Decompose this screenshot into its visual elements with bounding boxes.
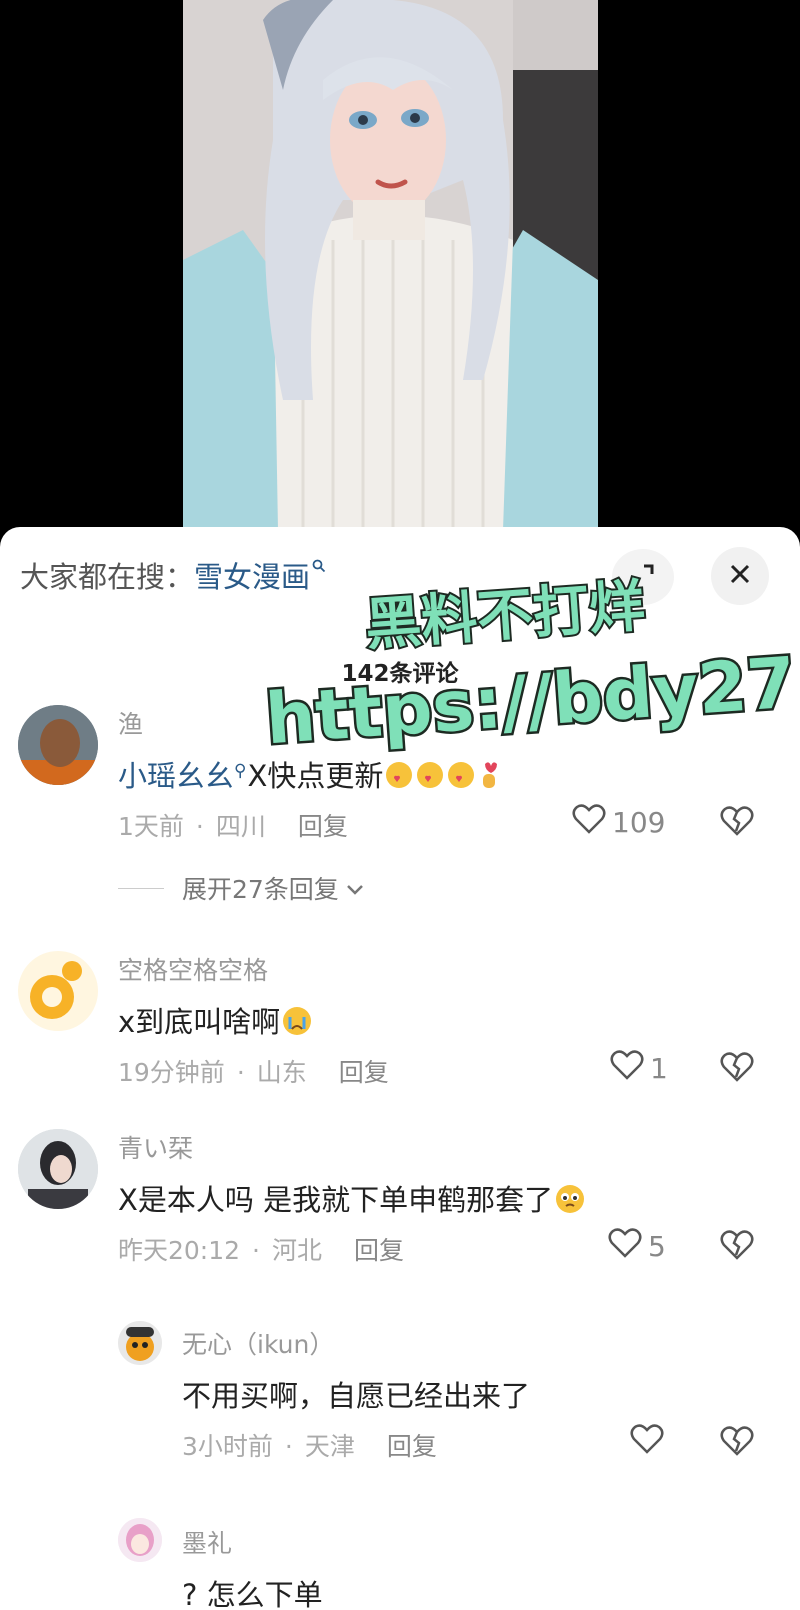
search-suggestion[interactable]: 大家都在搜： 雪女漫画 (20, 555, 326, 595)
comment-author[interactable]: 青い栞 (118, 1129, 193, 1165)
search-term-link[interactable]: 雪女漫画 (194, 554, 310, 596)
like-button[interactable]: 109 (572, 803, 665, 842)
comment-meta: 19分钟前 · 山东 回复 (118, 1058, 389, 1087)
mention-link[interactable]: 小瑶幺幺 (118, 759, 234, 793)
reply-button[interactable]: 回复 (387, 1432, 437, 1461)
emoji-crying-face-icon (281, 1005, 313, 1044)
chevron-down-icon (345, 874, 365, 903)
reply-time: 3小时前 (182, 1432, 273, 1461)
broken-heart-icon (720, 1230, 754, 1265)
comment-time: 1天前 (118, 812, 184, 841)
watermark-line1: 黑料不打烊 (363, 574, 647, 658)
comment-location: 河北 (272, 1236, 323, 1265)
video-area[interactable] (0, 0, 800, 530)
comment-count: 142条评论 (341, 661, 459, 687)
reply-button[interactable]: 回复 (339, 1058, 389, 1087)
like-button[interactable]: 5 (608, 1227, 666, 1266)
comment-location: 山东 (256, 1058, 307, 1087)
comment-text: x到底叫啥啊 (118, 999, 313, 1044)
reply-location: 天津 (304, 1432, 355, 1461)
dislike-button[interactable] (720, 1425, 754, 1461)
avatar[interactable] (118, 1321, 162, 1365)
broken-heart-icon (720, 1426, 754, 1461)
like-count: 109 (612, 806, 666, 839)
avatar[interactable] (118, 1518, 162, 1562)
comment-meta: 昨天20:12 · 河北 回复 (118, 1236, 405, 1265)
broken-heart-icon (720, 806, 754, 841)
comment-text: 小瑶幺幺⚲X快点更新 (118, 753, 503, 797)
watermark-line2: https://bdy27.co (263, 633, 800, 757)
close-button[interactable] (711, 547, 769, 605)
like-button[interactable]: 1 (610, 1049, 668, 1088)
dislike-button[interactable] (720, 1051, 754, 1087)
expand-icon (630, 562, 656, 592)
comment-author[interactable]: 空格空格空格 (118, 951, 268, 987)
emoji-heart-face-icon (415, 760, 445, 797)
heart-icon (608, 1227, 648, 1266)
emoji-pleading-face-icon (554, 1183, 586, 1222)
reply-meta: 3小时前 · 天津 回复 (182, 1432, 437, 1461)
reply-text: ? 怎么下单 (182, 1578, 323, 1610)
expand-replies-label: 展开27条回复 (182, 875, 339, 904)
reply-text: 不用买啊，自愿已经出来了 (182, 1379, 531, 1413)
dislike-button[interactable] (720, 805, 754, 841)
emoji-heart-face-icon (446, 760, 476, 797)
comment-sheet: 大家都在搜： 雪女漫画 142条评论 黑料不打烊 https://bdy27.c… (0, 527, 800, 1610)
broken-heart-icon (720, 1052, 754, 1087)
comment-text: X是本人吗 是我就下单申鹤那套了 (118, 1177, 586, 1222)
emoji-heart-face-icon (384, 760, 414, 797)
comment-time: 昨天20:12 (118, 1236, 241, 1265)
like-count: 5 (648, 1230, 666, 1263)
like-button[interactable] (630, 1423, 670, 1462)
reply-button[interactable]: 回复 (354, 1236, 404, 1265)
comment-meta: 1天前 · 四川 回复 (118, 812, 348, 841)
video-thumbnail-image (183, 0, 598, 530)
dislike-button[interactable] (720, 1229, 754, 1265)
search-icon: ⚲ (234, 761, 247, 781)
avatar[interactable] (18, 951, 98, 1031)
expand-replies-button[interactable]: 展开27条回复 (118, 870, 365, 906)
reply-author[interactable]: 无心（ikun） (182, 1325, 334, 1361)
heart-icon (572, 803, 612, 842)
avatar[interactable] (18, 705, 98, 785)
search-prefix: 大家都在搜： (20, 560, 195, 594)
comment-time: 19分钟前 (118, 1058, 225, 1087)
like-count: 1 (650, 1052, 668, 1085)
reply-button[interactable]: 回复 (298, 812, 348, 841)
video-frame[interactable] (183, 0, 598, 530)
comment-location: 四川 (215, 812, 266, 841)
heart-icon (630, 1423, 670, 1462)
reply-author[interactable]: 墨礼 (182, 1524, 232, 1560)
search-icon (312, 557, 326, 578)
comment-author[interactable]: 渔 (118, 705, 143, 741)
expand-button[interactable] (612, 549, 674, 605)
emoji-finger-heart-icon (477, 760, 503, 797)
close-icon (728, 562, 752, 590)
heart-icon (610, 1049, 650, 1088)
divider-line (118, 887, 164, 889)
avatar[interactable] (18, 1129, 98, 1209)
